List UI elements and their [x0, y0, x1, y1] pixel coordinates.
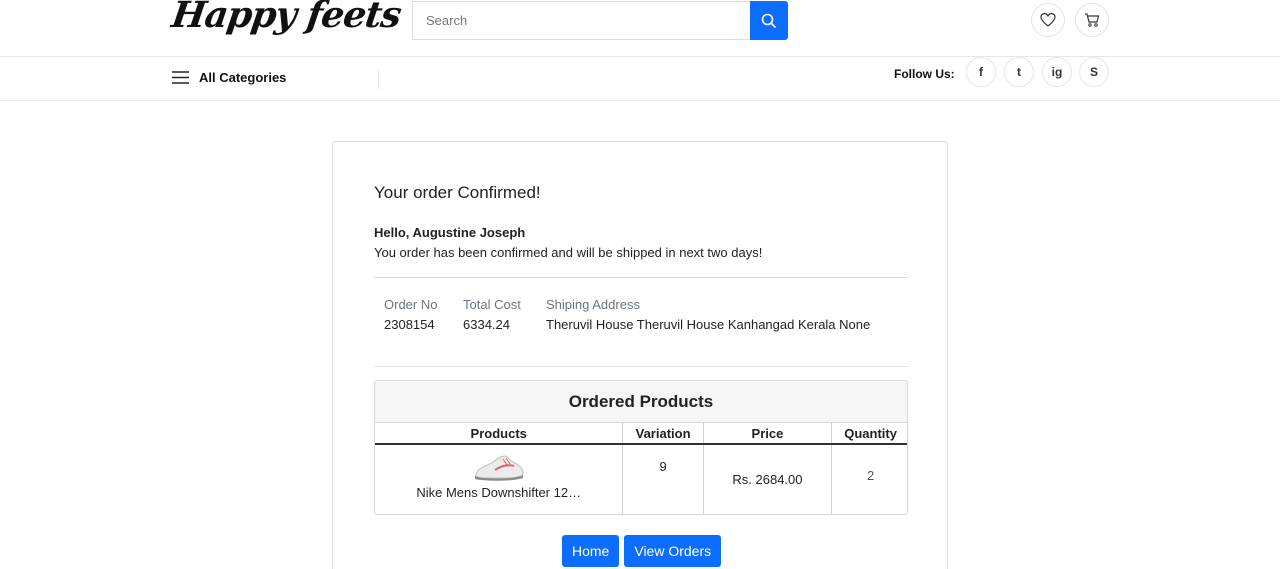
column-header: Price	[703, 423, 833, 445]
shipping-address-label: Shiping Address	[546, 297, 640, 312]
twitter-icon[interactable]: t	[1004, 57, 1034, 87]
total-cost-label: Total Cost	[463, 297, 521, 312]
cart-icon	[1085, 13, 1100, 27]
greeting: Hello, Augustine Joseph	[374, 225, 526, 240]
follow-us-label: Follow Us:	[894, 67, 955, 81]
product-cell: Nike Mens Downshifter 12…	[375, 444, 624, 514]
view-orders-button[interactable]: View Orders	[624, 535, 722, 567]
home-button[interactable]: Home	[562, 535, 620, 567]
category-nav: All Categories Follow Us: f t ig S	[0, 57, 1280, 101]
divider	[374, 277, 908, 278]
skype-icon[interactable]: S	[1079, 57, 1109, 87]
product-name[interactable]: Nike Mens Downshifter 12…	[375, 485, 622, 500]
ordered-products-panel: Ordered Products Products Variation Pric…	[374, 380, 908, 515]
all-categories-label: All Categories	[199, 70, 287, 85]
search-input[interactable]	[412, 1, 750, 40]
product-image[interactable]	[473, 451, 525, 483]
facebook-icon[interactable]: f	[966, 57, 996, 87]
shipping-address-block: Shiping Address Theruvil House Theruvil …	[546, 297, 870, 332]
nav-divider	[378, 69, 379, 89]
table-row: Nike Mens Downshifter 12… 9 Rs. 2684.00 …	[375, 444, 907, 514]
site-logo[interactable]: Happy feets	[169, 0, 403, 36]
all-categories-menu[interactable]: All Categories	[172, 70, 286, 85]
search-icon	[761, 13, 777, 28]
column-header: Variation	[622, 423, 704, 445]
ordered-products-heading: Ordered Products	[375, 381, 907, 423]
action-buttons: Home View Orders	[562, 535, 722, 567]
total-cost-value: 6334.24	[463, 317, 510, 332]
order-confirmation-card: Your order Confirmed! Hello, Augustine J…	[332, 141, 948, 569]
order-number-value: 2308154	[384, 317, 435, 332]
products-table: Products Variation Price Quantity Nike M…	[375, 423, 907, 514]
order-number-block: Order No 2308154	[384, 297, 437, 332]
instagram-icon[interactable]: ig	[1042, 57, 1072, 87]
total-cost-block: Total Cost 6334.24	[463, 297, 521, 332]
confirmation-message: You order has been confirmed and will be…	[374, 245, 763, 260]
price-cell: Rs. 2684.00	[703, 444, 833, 514]
column-header: Products	[375, 423, 624, 445]
cart-button[interactable]	[1075, 3, 1109, 37]
page-title: Your order Confirmed!	[374, 183, 541, 202]
quantity-cell: 2	[866, 468, 875, 483]
order-number-label: Order No	[384, 297, 438, 312]
search-bar	[412, 1, 788, 40]
variation-cell: 9	[622, 444, 704, 514]
divider	[374, 366, 908, 367]
heart-icon	[1040, 12, 1056, 27]
menu-icon	[172, 71, 189, 84]
top-header: Happy feets	[0, 0, 1280, 57]
column-header: Quantity	[831, 423, 907, 445]
search-button[interactable]	[750, 1, 788, 40]
wishlist-button[interactable]	[1031, 3, 1065, 37]
shipping-address-value: Theruvil House Theruvil House Kanhangad …	[546, 317, 871, 332]
